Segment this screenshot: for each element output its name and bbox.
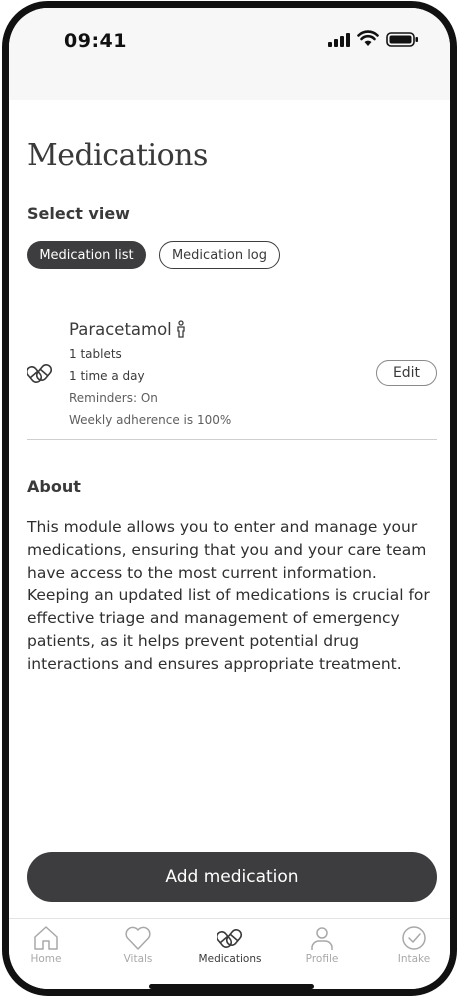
page-title: Medications (27, 138, 208, 173)
tab-intake[interactable]: Intake (374, 925, 450, 965)
tab-home[interactable]: Home (9, 925, 86, 965)
tab-label-home: Home (30, 953, 62, 965)
medication-name: Paracetamol (69, 320, 172, 339)
heart-icon (125, 926, 151, 950)
tab-label-medications: Medications (198, 953, 262, 965)
medication-list-item[interactable]: Paracetamol 1 tablets 1 time a day Remin… (27, 310, 437, 440)
tab-label-intake: Intake (397, 953, 431, 965)
battery-icon (386, 32, 418, 47)
tab-profile[interactable]: Profile (282, 925, 362, 965)
status-time: 09:41 (64, 30, 127, 52)
edit-button[interactable]: Edit (376, 360, 437, 386)
person-icon (177, 320, 185, 338)
medication-reminders: Reminders: On (69, 391, 158, 405)
tab-label-profile: Profile (305, 953, 339, 965)
person-icon (311, 927, 333, 950)
home-indicator[interactable] (149, 984, 314, 989)
tab-medication-log[interactable]: Medication log (159, 241, 280, 269)
phone-frame: 09:41 Medications Select view Medication… (2, 1, 457, 996)
pills-icon (27, 364, 53, 383)
wifi-icon (357, 30, 379, 46)
select-view-label: Select view (27, 204, 130, 223)
home-icon (34, 926, 58, 950)
status-bar: 09:41 (9, 8, 450, 100)
tab-vitals[interactable]: Vitals (98, 925, 178, 965)
add-medication-button[interactable]: Add medication (27, 852, 437, 902)
medication-frequency: 1 time a day (69, 369, 145, 383)
tab-medications[interactable]: Medications (190, 925, 270, 965)
tab-medication-list[interactable]: Medication list (27, 241, 146, 269)
about-heading: About (27, 477, 81, 496)
signal-icon (328, 33, 350, 47)
medication-adherence: Weekly adherence is 100% (69, 413, 232, 427)
tab-label-vitals: Vitals (123, 953, 153, 965)
check-circle-icon (402, 926, 426, 950)
pills-icon (217, 929, 243, 948)
about-description: This module allows you to enter and mana… (27, 518, 430, 673)
medication-dose: 1 tablets (69, 347, 122, 361)
